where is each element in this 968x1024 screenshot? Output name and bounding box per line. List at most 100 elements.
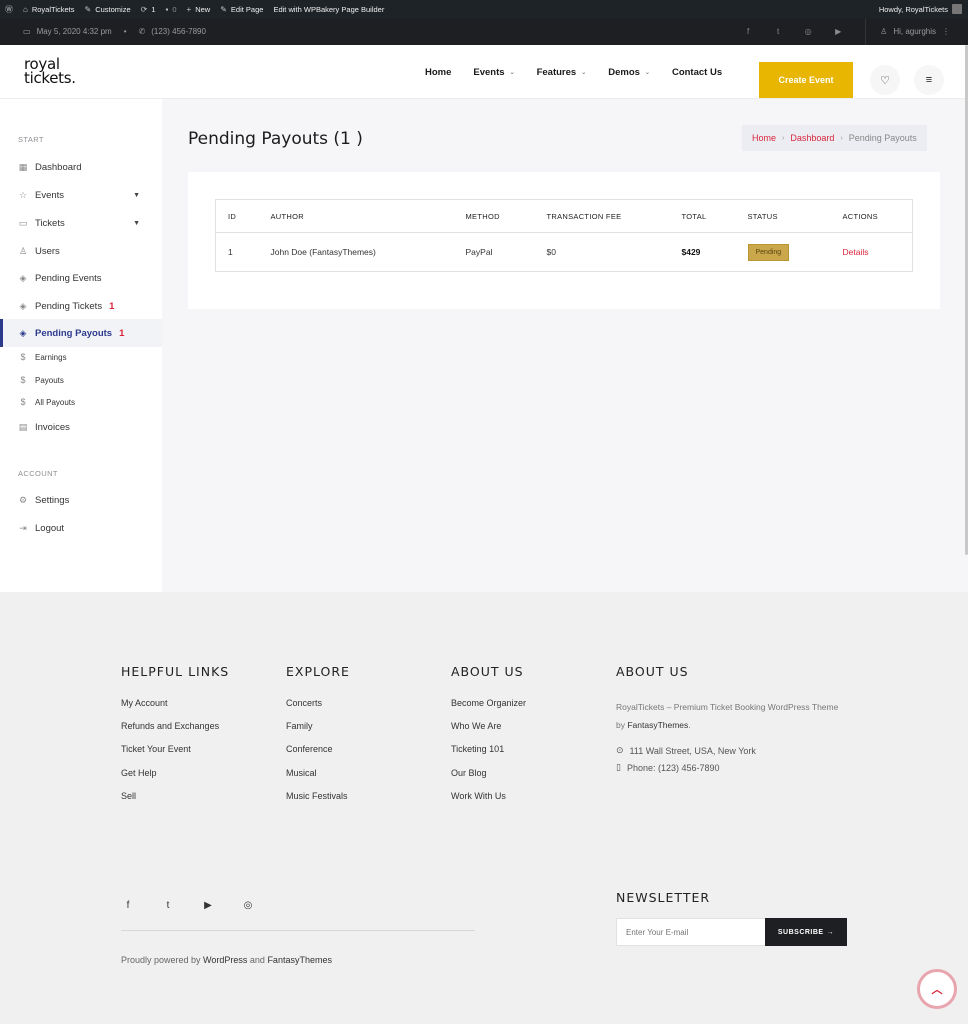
arrow-right-icon: → [826,928,835,936]
customize-link[interactable]: ✎ Customize [80,0,136,18]
breadcrumb-home[interactable]: Home [752,133,776,143]
sidebar-item-pending-events[interactable]: ◈ Pending Events [0,265,162,291]
footer-link[interactable]: Get Help [121,768,229,791]
sidebar-item-pending-payouts[interactable]: ◈ Pending Payouts 1 [0,319,162,347]
footer-link[interactable]: Music Festivals [286,791,350,814]
nav-features[interactable]: Features ⌄ [526,67,598,78]
account-menu[interactable]: Howdy, RoyalTickets [879,4,968,14]
twitter-icon[interactable]: t [763,27,793,36]
site-footer: HELPFUL LINKS My Account Refunds and Exc… [0,592,968,1024]
main-content: Pending Payouts (1 ) Home › Dashboard › … [162,99,968,592]
nav-demos[interactable]: Demos ⌄ [597,67,661,78]
nav-demos-label: Demos [608,66,640,78]
footer-link[interactable]: Musical [286,768,350,791]
updates-link[interactable]: ⟳ 1 [136,0,161,18]
footer-explore: EXPLORE Concerts Family Conference Music… [286,664,350,814]
payouts-card: ID AUTHOR METHOD TRANSACTION FEE TOTAL S… [188,172,940,309]
youtube-icon[interactable]: ▶ [201,900,215,911]
col-id: ID [215,199,259,233]
nav-home[interactable]: Home [414,67,462,78]
subscribe-button[interactable]: SUBSCRIBE → [765,918,847,946]
footer-powered-by: Proudly powered by WordPress and Fantasy… [121,955,332,965]
sidebar-item-payouts[interactable]: $ Payouts [0,369,162,391]
new-label: New [195,4,211,14]
facebook-icon[interactable]: f [733,27,763,36]
comments-link[interactable]: ▪ 0 [161,0,182,18]
footer-link[interactable]: My Account [121,698,229,721]
footer-link[interactable]: Our Blog [451,768,526,791]
footer-link[interactable]: Ticketing 101 [451,744,526,767]
breadcrumb-dashboard[interactable]: Dashboard [790,133,834,143]
dashboard-sidebar: START ▦ Dashboard ☆ Events ▼ ▭ Tickets ▼ ♙ Use… [0,99,162,592]
nav-contact[interactable]: Contact Us [661,67,733,78]
footer-column-title: HELPFUL LINKS [121,664,230,679]
back-to-top-button[interactable]: ︿ [917,969,957,1009]
menu-button[interactable]: ≡ [914,65,944,95]
sidebar-item-events[interactable]: ☆ Events ▼ [0,182,162,208]
footer-link[interactable]: Work With Us [451,791,526,814]
table-header-row: ID AUTHOR METHOD TRANSACTION FEE TOTAL S… [215,199,913,233]
sidebar-item-label: Payouts [35,375,64,385]
new-content-link[interactable]: + New [182,0,216,18]
sidebar-item-label: Pending Tickets [35,300,103,312]
sidebar-item-dashboard[interactable]: ▦ Dashboard [0,154,162,180]
sidebar-item-label: Pending Payouts [35,327,113,339]
footer-link[interactable]: Ticket Your Event [121,744,229,767]
sidebar-item-logout[interactable]: ⇥ Logout [0,515,162,541]
sidebar-item-all-payouts[interactable]: $ All Payouts [0,391,162,413]
date-label: May 5, 2020 4:32 pm [36,27,112,36]
footer-address: ⊙ 111 Wall Street, USA, New York [616,745,846,756]
gear-icon: ⚙ [18,494,28,505]
wpbakery-link[interactable]: Edit with WPBakery Page Builder [268,0,389,18]
nav-features-label: Features [536,66,577,78]
wp-logo-button[interactable]: Ⓦ [0,0,18,18]
instagram-icon[interactable]: ◎ [241,900,255,911]
plus-icon: + [186,4,192,14]
nav-events-label: Events [473,66,505,78]
footer-about-links: ABOUT US Become Organizer Who We Are Tic… [451,664,526,814]
col-author: AUTHOR [258,199,454,233]
brush-icon: ✎ [84,4,92,14]
footer-link[interactable]: Refunds and Exchanges [121,721,229,744]
sidebar-item-invoices[interactable]: ▤ Invoices [0,414,162,440]
site-name-link[interactable]: ⌂ RoyalTickets [18,0,80,18]
footer-link[interactable]: Who We Are [451,721,526,744]
powered-and: and [247,955,268,965]
footer-link[interactable]: Sell [121,791,229,814]
footer-link[interactable]: Become Organizer [451,698,526,721]
sidebar-item-pending-tickets[interactable]: ◈ Pending Tickets 1 [0,293,162,319]
main-nav: Home Events ⌄ Features ⌄ Demos ⌄ Contact Us [414,45,733,99]
footer-link[interactable]: Family [286,721,350,744]
footer-divider [121,930,475,931]
logo-line2: tickets. [24,69,76,87]
wordpress-link[interactable]: WordPress [203,955,247,965]
user-menu[interactable]: ♙ Hi, agurghis ⋮ [865,18,968,45]
site-logo[interactable]: royal tickets. [24,57,76,87]
wishlist-button[interactable]: ♡ [870,65,900,95]
fantasythemes-link[interactable]: FantasyThemes [267,955,332,965]
details-link[interactable]: Details [843,247,869,257]
sidebar-item-tickets[interactable]: ▭ Tickets ▼ [0,210,162,236]
footer-link[interactable]: Concerts [286,698,350,721]
youtube-icon[interactable]: ▶ [823,27,853,36]
instagram-icon[interactable]: ◎ [793,27,823,36]
sidebar-item-earnings[interactable]: $ Earnings [0,346,162,368]
nav-events[interactable]: Events ⌄ [462,67,525,78]
phone-label: (123) 456-7890 [151,27,206,36]
sidebar-item-settings[interactable]: ⚙ Settings [0,487,162,513]
newsletter-email-input[interactable] [616,918,766,946]
about-brand-link[interactable]: FantasyThemes [627,720,688,730]
col-total: TOTAL [669,199,736,233]
footer-link[interactable]: Conference [286,744,350,767]
powered-prefix: Proudly powered by [121,955,204,965]
create-event-button[interactable]: Create Event [759,62,853,98]
facebook-icon[interactable]: f [121,900,135,911]
logout-icon: ⇥ [19,522,27,533]
cell-status: Pending [736,233,831,272]
calendar-icon: ▭ [23,27,31,36]
sidebar-item-label: Pending Events [35,272,102,284]
twitter-icon[interactable]: t [161,900,175,911]
sidebar-item-label: Events [35,189,65,201]
sidebar-item-users[interactable]: ♙ Users [0,238,162,264]
edit-page-link[interactable]: ✎ Edit Page [215,0,268,18]
